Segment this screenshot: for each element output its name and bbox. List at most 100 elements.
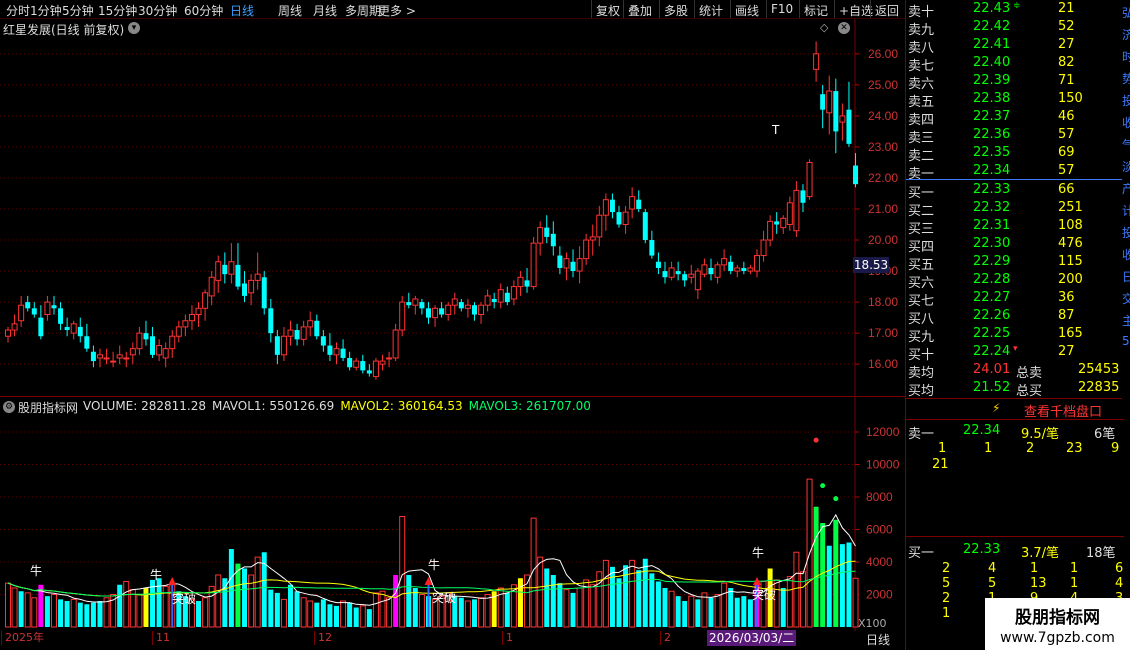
toolbar-period-9[interactable]: 多周期 <box>345 2 381 19</box>
toolbar-period-8[interactable]: 月线 <box>313 2 337 19</box>
volume-bar <box>129 589 136 628</box>
level-volume: 69 <box>1058 145 1075 160</box>
toolbar-period-1[interactable]: 1分钟 <box>30 2 62 19</box>
candle-body <box>58 308 64 324</box>
level-volume: 251 <box>1058 200 1083 215</box>
candle-body <box>77 326 83 337</box>
volume-tick-label: 10000 <box>866 458 900 472</box>
side-strip-char: 5 <box>1122 334 1130 348</box>
candle-body <box>609 199 615 213</box>
signal-label: 牛 <box>752 545 764 560</box>
candle-body <box>839 115 846 123</box>
volume-bar <box>826 545 832 627</box>
candle-body <box>44 301 51 316</box>
candle-body <box>504 292 510 303</box>
toolbar-period-6[interactable]: 日线 <box>230 2 254 19</box>
candle-body <box>333 348 340 356</box>
toolbar-period-10[interactable]: 更多 > <box>378 2 416 19</box>
bid-level: 买六 22.28 200 <box>906 271 1126 291</box>
candle-body <box>471 305 477 315</box>
candle-body <box>629 196 636 210</box>
toolbar-tool-6[interactable]: 标记 <box>804 2 828 19</box>
bid-level: 买十 22.24 ▾ 27 <box>906 343 1126 363</box>
level-price: 22.25 <box>973 326 1011 341</box>
spread-divider <box>906 179 1124 180</box>
toolbar-tool-4[interactable]: 画线 <box>735 2 759 19</box>
candle-body <box>833 91 839 132</box>
volume-indicator-panel[interactable]: ⚙ 股朋指标网 VOLUME: 282811.28 MAVOL1: 550126.… <box>0 396 905 631</box>
queue-size: 6 <box>1115 561 1124 576</box>
toolbar-tool-0[interactable]: 复权 <box>596 2 620 19</box>
volume-bar <box>334 605 339 627</box>
volume-bar <box>307 600 314 628</box>
level-price: 22.29 <box>973 254 1011 269</box>
level-volume: 57 <box>1058 127 1075 142</box>
toolbar-tool-5[interactable]: F10 <box>771 2 793 16</box>
bid-level: 买八 22.26 87 <box>906 307 1126 327</box>
toolbar-period-2[interactable]: 5分钟 <box>62 2 94 19</box>
candle-body <box>662 271 668 278</box>
level-price: 22.35 <box>973 145 1011 160</box>
volume-bar <box>97 601 103 627</box>
toolbar-tool-3[interactable]: 统计 <box>699 2 723 19</box>
queue-size: 1 <box>984 441 993 456</box>
volume-bar <box>602 559 609 628</box>
toolbar-tool-8[interactable]: 返回 <box>875 2 899 19</box>
toolbar-period-0[interactable]: 分时 <box>6 2 30 19</box>
period-label[interactable]: 日线 <box>866 631 890 648</box>
view-depth-button[interactable]: ⚡ 查看千档盘口 <box>906 399 1124 420</box>
volume-bar <box>563 589 570 628</box>
candle-body <box>708 267 714 275</box>
candle-body <box>202 292 209 309</box>
ask1-detail-price: 22.34 <box>963 423 1001 438</box>
ask-level: 卖二 22.35 69 <box>906 144 1126 164</box>
volume-bar <box>64 601 70 627</box>
candle-body <box>208 276 215 297</box>
volume-bar <box>327 604 333 627</box>
bid-total-label: 总买 <box>1016 384 1043 399</box>
side-strip-char: 日 <box>1122 270 1130 284</box>
up-arrow-icon: ≑ <box>1013 1 1021 11</box>
queue-size: 21 <box>932 457 949 472</box>
candle-body <box>327 345 333 355</box>
lightning-icon: ⚡ <box>992 401 1001 415</box>
level-volume: 27 <box>1058 37 1075 52</box>
candle-body <box>412 298 419 306</box>
volume-bar <box>655 581 661 627</box>
candle-body <box>439 308 445 315</box>
toolbar-period-4[interactable]: 30分钟 <box>138 2 177 19</box>
candle-body <box>103 357 110 360</box>
candle-body <box>537 227 544 244</box>
volume-plot: 12000100008000600040002000牛 牛突破牛突破牛突破 <box>0 397 900 631</box>
volume-bar <box>418 594 425 628</box>
candle-body <box>530 242 537 288</box>
level-price: 22.26 <box>973 308 1011 323</box>
candle-body <box>169 335 176 350</box>
candle-body <box>372 360 379 378</box>
toolbar-period-7[interactable]: 周线 <box>278 2 302 19</box>
price-tick-label: 16.00 <box>868 357 898 371</box>
candle-body <box>222 264 228 275</box>
toolbar-tool-1[interactable]: 叠加 <box>628 2 652 19</box>
toolbar-period-5[interactable]: 60分钟 <box>184 2 223 19</box>
candle-body <box>451 298 458 306</box>
volume-bar <box>576 587 583 628</box>
toolbar-period-3[interactable]: 15分钟 <box>98 2 137 19</box>
candle-body <box>300 326 307 340</box>
bid1-detail-price: 22.33 <box>963 542 1001 557</box>
toolbar-tool-2[interactable]: 多股 <box>664 2 688 19</box>
volume-bar <box>820 523 826 627</box>
signal-dot <box>813 437 819 443</box>
watermark-logo: 股朋指标网 www.7gpzb.com <box>985 598 1130 650</box>
side-strip-char: 投 <box>1122 94 1130 108</box>
bid-level: 买九 22.25 165 <box>906 325 1126 345</box>
toolbar-tool-7[interactable]: +自选 <box>839 2 873 19</box>
candle-body <box>38 317 44 337</box>
bid1-detail-row: 买一 22.33 3.7/笔 18笔 <box>906 541 1126 561</box>
main-candlestick-chart[interactable]: 红星发展(日线 前复权) ▾ ◇ ✕ 26.00 25.00 24.00 23.00 2… <box>0 19 905 396</box>
level-volume: 476 <box>1058 236 1083 251</box>
ask-level: 卖六 22.39 71 <box>906 72 1126 92</box>
side-strip-char: 时 <box>1122 50 1130 64</box>
volume-bar <box>359 605 366 628</box>
volume-tick-label: 6000 <box>866 523 893 537</box>
